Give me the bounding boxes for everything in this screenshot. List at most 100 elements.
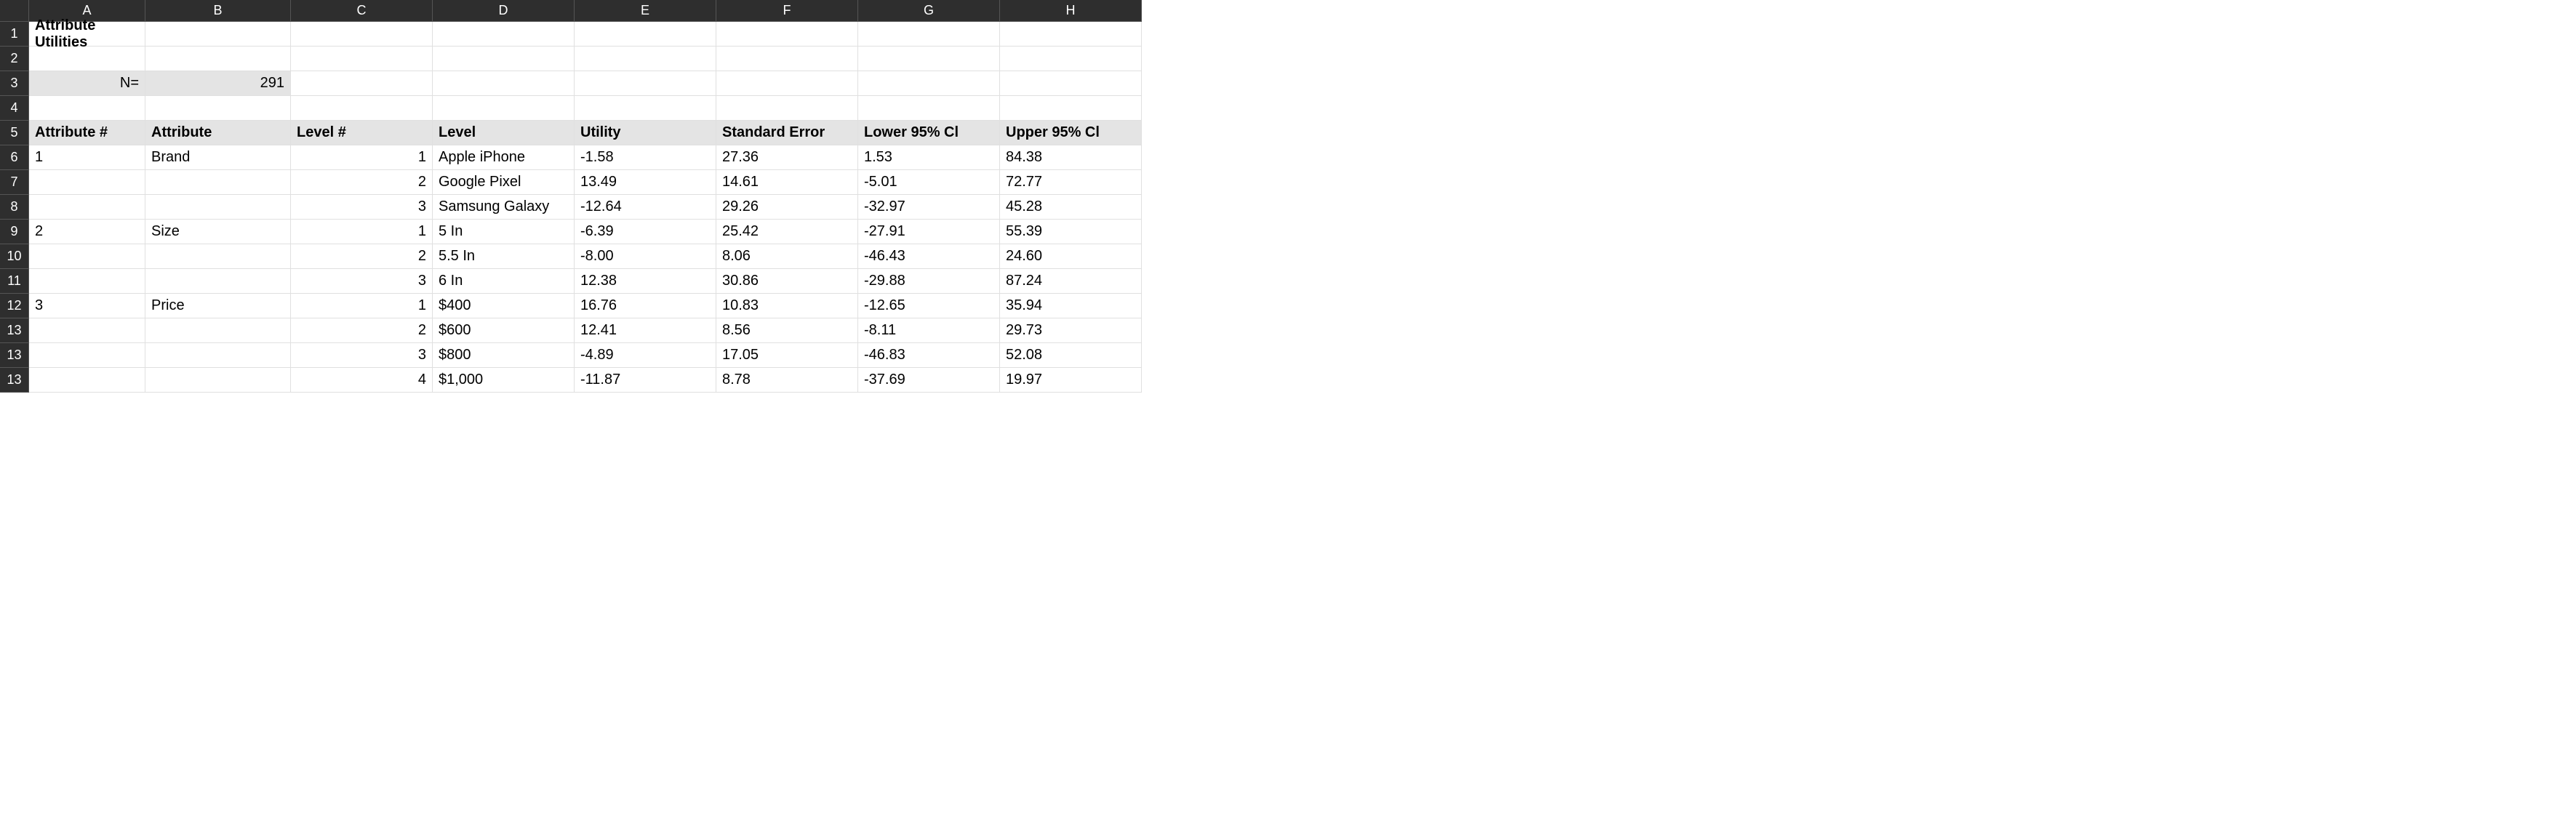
cell-level[interactable]: Google Pixel bbox=[433, 170, 575, 195]
corner-cell[interactable] bbox=[0, 0, 29, 22]
row-header-1[interactable]: 1 bbox=[0, 22, 29, 47]
cell-utility[interactable]: 13.49 bbox=[575, 170, 716, 195]
row-header-2[interactable]: 2 bbox=[0, 47, 29, 71]
cell-level-num[interactable]: 2 bbox=[291, 170, 433, 195]
cell-up-ci[interactable]: 45.28 bbox=[1000, 195, 1142, 220]
cell-utility[interactable]: -8.00 bbox=[575, 244, 716, 269]
cell[interactable] bbox=[145, 47, 291, 71]
hdr-up-ci[interactable]: Upper 95% Cl bbox=[1000, 121, 1142, 145]
cell-low-ci[interactable]: -5.01 bbox=[858, 170, 1000, 195]
cell-attr-num[interactable] bbox=[29, 170, 145, 195]
cell-level[interactable]: $800 bbox=[433, 343, 575, 368]
cell-utility[interactable]: 12.38 bbox=[575, 269, 716, 294]
cell[interactable] bbox=[575, 96, 716, 121]
cell[interactable] bbox=[575, 71, 716, 96]
cell-low-ci[interactable]: 1.53 bbox=[858, 145, 1000, 170]
cell[interactable] bbox=[433, 47, 575, 71]
cell-up-ci[interactable]: 87.24 bbox=[1000, 269, 1142, 294]
cell[interactable] bbox=[575, 22, 716, 47]
cell-level[interactable]: 5 In bbox=[433, 220, 575, 244]
cell-up-ci[interactable]: 19.97 bbox=[1000, 368, 1142, 393]
cell-level[interactable]: 5.5 In bbox=[433, 244, 575, 269]
cell-utility[interactable]: -6.39 bbox=[575, 220, 716, 244]
cell[interactable] bbox=[858, 47, 1000, 71]
col-header-G[interactable]: G bbox=[858, 0, 1000, 22]
cell[interactable] bbox=[858, 71, 1000, 96]
cell-up-ci[interactable]: 35.94 bbox=[1000, 294, 1142, 318]
cell-stderr[interactable]: 30.86 bbox=[716, 269, 858, 294]
cell-utility[interactable]: -11.87 bbox=[575, 368, 716, 393]
cell[interactable] bbox=[291, 22, 433, 47]
cell-level-num[interactable]: 4 bbox=[291, 368, 433, 393]
cell-attr[interactable]: Size bbox=[145, 220, 291, 244]
cell-stderr[interactable]: 14.61 bbox=[716, 170, 858, 195]
cell[interactable] bbox=[1000, 22, 1142, 47]
cell[interactable] bbox=[433, 71, 575, 96]
cell-attr[interactable] bbox=[145, 195, 291, 220]
hdr-level-num[interactable]: Level # bbox=[291, 121, 433, 145]
cell[interactable] bbox=[291, 71, 433, 96]
cell-stderr[interactable]: 8.56 bbox=[716, 318, 858, 343]
hdr-stderr[interactable]: Standard Error bbox=[716, 121, 858, 145]
cell-level[interactable]: 6 In bbox=[433, 269, 575, 294]
row-header[interactable]: 6 bbox=[0, 145, 29, 170]
cell-attr-num[interactable] bbox=[29, 368, 145, 393]
row-header[interactable]: 13 bbox=[0, 343, 29, 368]
cell-attr-num[interactable]: 1 bbox=[29, 145, 145, 170]
cell-level-num[interactable]: 1 bbox=[291, 145, 433, 170]
cell[interactable] bbox=[29, 96, 145, 121]
title-cell[interactable]: Attribute Utilities bbox=[29, 22, 145, 47]
cell[interactable] bbox=[575, 47, 716, 71]
row-header[interactable]: 12 bbox=[0, 294, 29, 318]
row-header[interactable]: 9 bbox=[0, 220, 29, 244]
n-value[interactable]: 291 bbox=[145, 71, 291, 96]
cell-level-num[interactable]: 3 bbox=[291, 195, 433, 220]
col-header-C[interactable]: C bbox=[291, 0, 433, 22]
hdr-utility[interactable]: Utility bbox=[575, 121, 716, 145]
cell-stderr[interactable]: 29.26 bbox=[716, 195, 858, 220]
row-header[interactable]: 8 bbox=[0, 195, 29, 220]
row-header[interactable]: 10 bbox=[0, 244, 29, 269]
row-header[interactable]: 13 bbox=[0, 368, 29, 393]
cell-low-ci[interactable]: -37.69 bbox=[858, 368, 1000, 393]
cell[interactable] bbox=[716, 71, 858, 96]
row-header-5[interactable]: 5 bbox=[0, 121, 29, 145]
cell[interactable] bbox=[1000, 71, 1142, 96]
cell-utility[interactable]: 12.41 bbox=[575, 318, 716, 343]
hdr-low-ci[interactable]: Lower 95% Cl bbox=[858, 121, 1000, 145]
row-header-4[interactable]: 4 bbox=[0, 96, 29, 121]
cell-attr[interactable] bbox=[145, 318, 291, 343]
cell-low-ci[interactable]: -46.43 bbox=[858, 244, 1000, 269]
cell-attr-num[interactable] bbox=[29, 269, 145, 294]
cell-level[interactable]: $600 bbox=[433, 318, 575, 343]
row-header[interactable]: 11 bbox=[0, 269, 29, 294]
cell-stderr[interactable]: 8.06 bbox=[716, 244, 858, 269]
cell[interactable] bbox=[1000, 47, 1142, 71]
cell-low-ci[interactable]: -46.83 bbox=[858, 343, 1000, 368]
col-header-D[interactable]: D bbox=[433, 0, 575, 22]
cell-level-num[interactable]: 3 bbox=[291, 343, 433, 368]
cell-attr[interactable] bbox=[145, 170, 291, 195]
cell[interactable] bbox=[858, 96, 1000, 121]
row-header[interactable]: 13 bbox=[0, 318, 29, 343]
cell-attr[interactable]: Brand bbox=[145, 145, 291, 170]
cell-low-ci[interactable]: -8.11 bbox=[858, 318, 1000, 343]
n-label[interactable]: N= bbox=[29, 71, 145, 96]
cell-attr[interactable] bbox=[145, 368, 291, 393]
cell-up-ci[interactable]: 29.73 bbox=[1000, 318, 1142, 343]
cell-level-num[interactable]: 3 bbox=[291, 269, 433, 294]
col-header-H[interactable]: H bbox=[1000, 0, 1142, 22]
cell[interactable] bbox=[291, 47, 433, 71]
cell-stderr[interactable]: 25.42 bbox=[716, 220, 858, 244]
cell-low-ci[interactable]: -12.65 bbox=[858, 294, 1000, 318]
cell[interactable] bbox=[1000, 96, 1142, 121]
cell-up-ci[interactable]: 84.38 bbox=[1000, 145, 1142, 170]
cell[interactable] bbox=[291, 96, 433, 121]
cell-level[interactable]: Samsung Galaxy bbox=[433, 195, 575, 220]
cell-attr-num[interactable] bbox=[29, 318, 145, 343]
cell-stderr[interactable]: 8.78 bbox=[716, 368, 858, 393]
cell-attr-num[interactable] bbox=[29, 343, 145, 368]
cell-up-ci[interactable]: 55.39 bbox=[1000, 220, 1142, 244]
cell[interactable] bbox=[716, 47, 858, 71]
cell[interactable] bbox=[716, 22, 858, 47]
